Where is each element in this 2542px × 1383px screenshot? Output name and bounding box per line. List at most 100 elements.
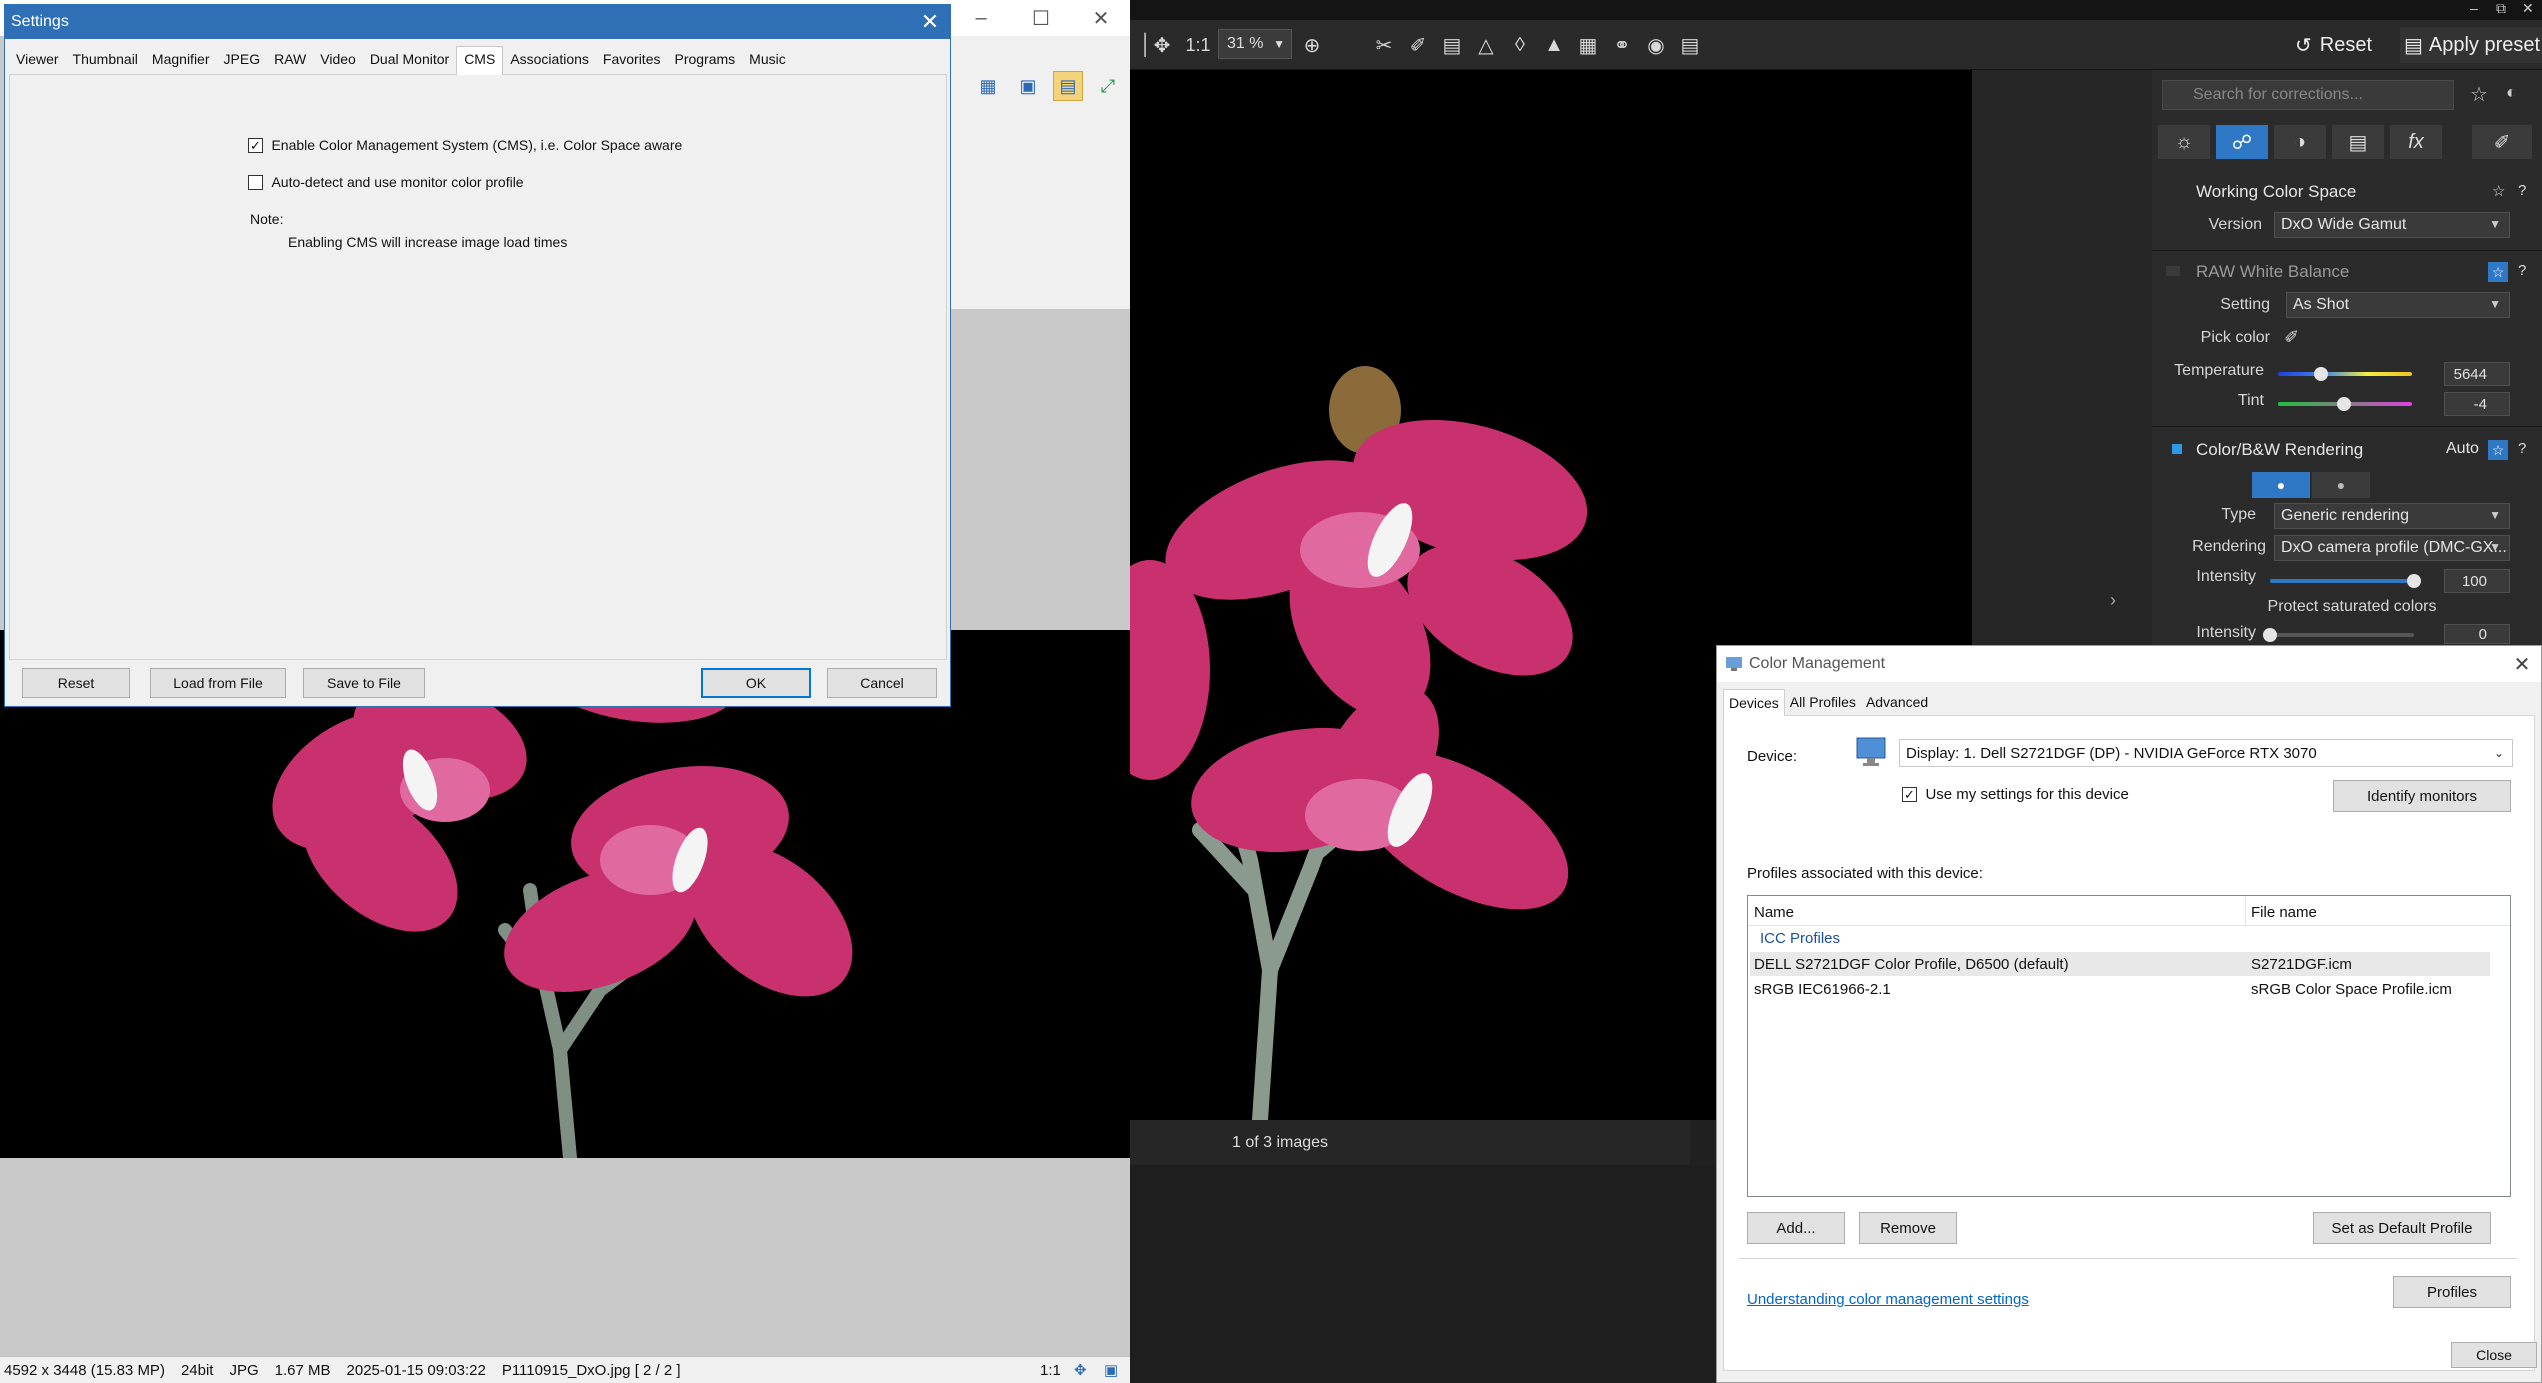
- tab-jpeg[interactable]: JPEG: [217, 45, 268, 74]
- device-select[interactable]: Display: 1. Dell S2721DGF (DP) - NVIDIA …: [1899, 739, 2513, 767]
- pipette-icon[interactable]: ✐: [1402, 20, 1434, 70]
- intensity2-slider[interactable]: [2270, 633, 2414, 637]
- status-zoom[interactable]: 1:1: [1040, 1362, 1061, 1379]
- minimize-icon[interactable]: –: [952, 0, 1010, 36]
- close-icon[interactable]: ✕: [2509, 651, 2535, 677]
- tab-programs[interactable]: Programs: [667, 45, 742, 74]
- star-icon[interactable]: ☆: [2488, 440, 2508, 460]
- tab-light[interactable]: ☼: [2158, 125, 2210, 159]
- tab-effects[interactable]: fx: [2390, 125, 2442, 159]
- single-view-icon[interactable]: ▣: [1013, 71, 1043, 101]
- column-file-name[interactable]: File name: [2251, 904, 2317, 921]
- star-icon[interactable]: ☆: [2492, 182, 2505, 200]
- transform-icon[interactable]: ▦: [1572, 20, 1604, 70]
- compare-icon[interactable]: ▤: [1674, 20, 1706, 70]
- enable-cms-checkbox[interactable]: ✓: [248, 138, 263, 154]
- restore-icon[interactable]: ⧉: [2496, 0, 2506, 17]
- column-name[interactable]: Name: [1754, 904, 1794, 921]
- close-icon[interactable]: ✕: [1072, 0, 1130, 36]
- add-button[interactable]: Add...: [1747, 1212, 1845, 1244]
- crop-icon[interactable]: ✂: [1368, 20, 1400, 70]
- cancel-button[interactable]: Cancel: [827, 668, 937, 698]
- tab-viewer[interactable]: Viewer: [9, 45, 66, 74]
- tab-video[interactable]: Video: [313, 45, 363, 74]
- reset-button[interactable]: Reset: [22, 668, 130, 698]
- local-adjust-icon[interactable]: ◊: [1504, 20, 1536, 70]
- temperature-value[interactable]: 5644: [2444, 362, 2510, 386]
- tab-all-profiles[interactable]: All Profiles: [1785, 689, 1861, 715]
- wb-setting-select[interactable]: As Shot ▼: [2286, 292, 2510, 318]
- close-button[interactable]: Close: [2451, 1342, 2537, 1368]
- fit-screen-icon[interactable]: ⤢: [1093, 71, 1123, 101]
- intensity2-slider-thumb[interactable]: [2263, 628, 2277, 642]
- move-icon[interactable]: ✥: [1074, 1361, 1087, 1379]
- maximize-icon[interactable]: ☐: [1012, 0, 1070, 36]
- tab-raw[interactable]: RAW: [267, 45, 313, 74]
- type-select[interactable]: Generic rendering ▼: [2274, 503, 2510, 529]
- tab-advanced[interactable]: Advanced: [1861, 689, 1933, 715]
- autodetect-checkbox[interactable]: [248, 175, 263, 191]
- tab-dual-monitor[interactable]: Dual Monitor: [363, 45, 456, 74]
- tab-favorites[interactable]: Favorites: [596, 45, 668, 74]
- enabled-indicator[interactable]: [2172, 444, 2182, 454]
- toggle-icon[interactable]: ◐: [2506, 82, 2517, 103]
- tab-geometry[interactable]: ▤: [2332, 125, 2384, 159]
- version-select[interactable]: DxO Wide Gamut ▼: [2274, 212, 2510, 238]
- fit-icon[interactable]: ▣: [1104, 1361, 1118, 1379]
- temperature-slider-thumb[interactable]: [2313, 367, 2328, 381]
- tab-detail[interactable]: ◑: [2274, 125, 2326, 159]
- color-mode-button[interactable]: ●: [2252, 472, 2310, 498]
- remove-button[interactable]: Remove: [1859, 1212, 1957, 1244]
- profiles-list[interactable]: Name File name ICC Profiles DELL S2721DG…: [1747, 895, 2511, 1197]
- rendering-select[interactable]: DxO camera profile (DMC-GX... ▼: [2274, 535, 2510, 561]
- help-icon[interactable]: ?: [2518, 182, 2526, 199]
- temperature-slider[interactable]: [2278, 372, 2412, 376]
- mask-icon[interactable]: ▲: [1538, 20, 1570, 70]
- tab-music[interactable]: Music: [742, 45, 793, 74]
- ratio-1to1[interactable]: 1:1: [1180, 20, 1216, 70]
- intensity-slider-thumb[interactable]: [2407, 574, 2421, 588]
- tint-value[interactable]: -4: [2444, 392, 2510, 416]
- profiles-button[interactable]: Profiles: [2393, 1276, 2511, 1308]
- intensity-value[interactable]: 100: [2444, 569, 2510, 593]
- collapse-panel-icon[interactable]: ›: [2110, 590, 2116, 611]
- identify-monitors-button[interactable]: Identify monitors: [2333, 780, 2511, 812]
- grid-view-icon[interactable]: ▦: [973, 71, 1003, 101]
- tab-thumbnail[interactable]: Thumbnail: [66, 45, 145, 74]
- reset-button[interactable]: ↺ Reset: [2295, 27, 2395, 63]
- minimize-icon[interactable]: –: [2470, 0, 2478, 16]
- load-from-file-button[interactable]: Load from File: [150, 668, 286, 698]
- use-settings-row[interactable]: ✓ Use my settings for this device: [1902, 786, 2129, 804]
- enable-cms-row[interactable]: ✓ Enable Color Management System (CMS), …: [248, 137, 682, 155]
- tab-cms[interactable]: CMS: [456, 46, 504, 75]
- corrections-search-input[interactable]: Search for corrections...: [2162, 80, 2454, 110]
- eyedropper-icon[interactable]: ✐: [2284, 327, 2299, 348]
- auto-label[interactable]: Auto: [2446, 440, 2479, 458]
- ok-button[interactable]: OK: [701, 668, 811, 698]
- tab-devices[interactable]: Devices: [1723, 689, 1785, 716]
- tab-color[interactable]: ☍: [2216, 125, 2268, 159]
- intensity2-value[interactable]: 0: [2444, 624, 2510, 644]
- zoom-select[interactable]: 31 % ▼: [1218, 29, 1292, 59]
- set-default-profile-button[interactable]: Set as Default Profile: [2313, 1212, 2491, 1244]
- enable-toggle[interactable]: [2166, 266, 2180, 276]
- tab-magnifier[interactable]: Magnifier: [145, 45, 217, 74]
- tab-associations[interactable]: Associations: [503, 45, 596, 74]
- help-icon[interactable]: ?: [2518, 262, 2526, 279]
- tab-local[interactable]: ✐: [2472, 125, 2532, 159]
- move-icon[interactable]: ✥: [1146, 20, 1178, 70]
- repair-icon[interactable]: ⚭: [1606, 20, 1638, 70]
- image-view-icon[interactable]: ▤: [1053, 71, 1083, 101]
- column-divider[interactable]: [2245, 896, 2246, 926]
- zoom-in-icon[interactable]: ⊕: [1296, 20, 1328, 70]
- horizon-icon[interactable]: ▤: [1436, 20, 1468, 70]
- autodetect-row[interactable]: Auto-detect and use monitor color profil…: [248, 174, 524, 192]
- intensity-slider[interactable]: [2270, 579, 2414, 583]
- tint-slider-thumb[interactable]: [2336, 397, 2351, 411]
- red-eye-icon[interactable]: ◉: [1640, 20, 1672, 70]
- bw-mode-button[interactable]: ●: [2312, 472, 2370, 498]
- close-icon[interactable]: ✕: [916, 9, 944, 35]
- save-to-file-button[interactable]: Save to File: [303, 668, 425, 698]
- star-icon[interactable]: ☆: [2470, 82, 2488, 107]
- use-settings-checkbox[interactable]: ✓: [1902, 787, 1917, 803]
